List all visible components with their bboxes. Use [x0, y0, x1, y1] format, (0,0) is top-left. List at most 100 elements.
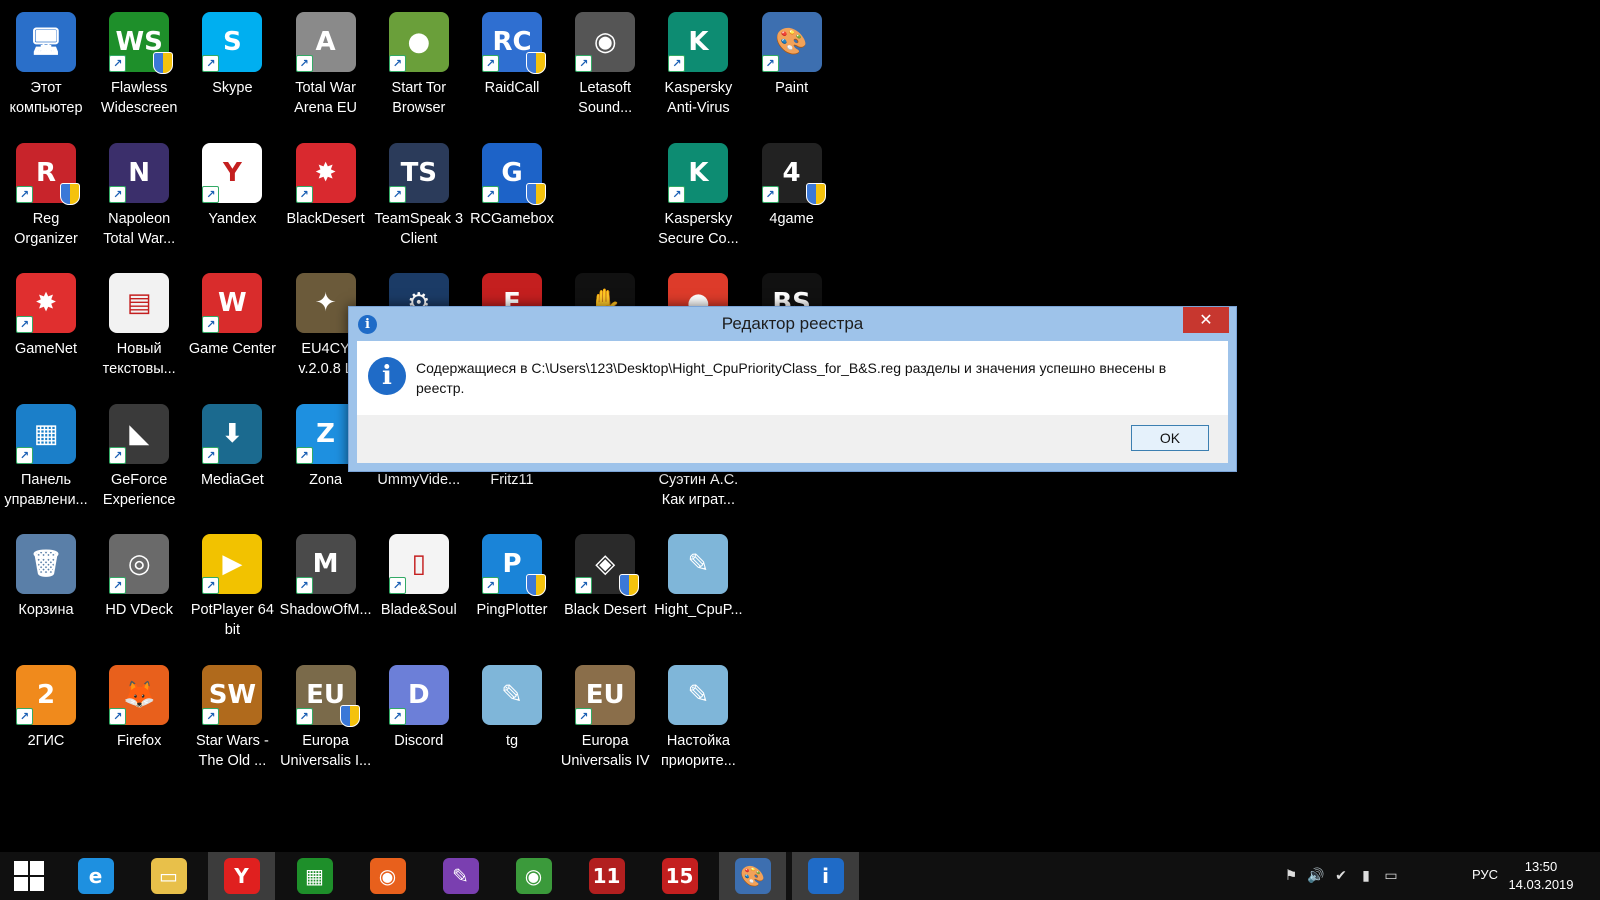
- desktop-icon[interactable]: W ↗ Game Center: [186, 265, 278, 359]
- fritz11-icon: 11: [588, 858, 625, 894]
- desktop-icon[interactable]: SW ↗ Star Wars - The Old ...: [186, 657, 278, 771]
- desktop-icon[interactable]: 🗑 Корзина: [0, 526, 92, 620]
- onenote-taskbar-button[interactable]: ✎: [427, 852, 494, 900]
- firefox-taskbar-button[interactable]: ◉: [354, 852, 421, 900]
- desktop-icon[interactable]: ◣ ↗ GeForce Experience: [93, 396, 185, 510]
- desktop-icon[interactable]: P ↗ PingPlotter: [466, 526, 558, 620]
- desktop-icon[interactable]: RC ↗ RaidCall: [466, 4, 558, 98]
- desktop-icon-label: Yandex: [208, 210, 257, 227]
- desktop-icon[interactable]: D ↗ Discord: [373, 657, 465, 751]
- app-icon: K ↗: [668, 142, 729, 203]
- desktop-icon-label: Discord: [394, 732, 444, 749]
- desktop-icon-label: Black Desert: [564, 602, 647, 618]
- start-button[interactable]: [0, 852, 58, 900]
- close-button[interactable]: ✕: [1183, 307, 1229, 333]
- app-icon: ◈ ↗: [575, 534, 640, 596]
- desktop-icon-label: Flawless Widescreen: [100, 80, 178, 116]
- desktop-icon[interactable]: TS ↗ TeamSpeak 3 Client: [373, 135, 465, 249]
- desktop-icon[interactable]: G ↗ RCGamebox: [466, 135, 558, 229]
- desktop-icon-label: Этот компьютер: [9, 80, 83, 116]
- desktop-icon[interactable]: ◎ ↗ HD VDeck: [93, 526, 185, 620]
- desktop-icon-label: GameNet: [14, 341, 78, 357]
- internet-explorer-taskbar-button[interactable]: e: [62, 852, 129, 900]
- power-icon[interactable]: ▮: [1357, 867, 1375, 885]
- desktop-icon[interactable]: ◉ ↗ Letasoft Sound...: [559, 4, 651, 118]
- onenote-icon: ✎: [442, 858, 479, 894]
- shortcut-arrow-icon: ↗: [575, 577, 593, 594]
- app-glyph: ◣: [129, 418, 150, 449]
- desktop-icon[interactable]: 2 ↗ 2ГИС: [0, 657, 92, 751]
- desktop-icon[interactable]: ✎ Настойка приорите...: [652, 657, 744, 771]
- desktop-icon-label: HD VDeck: [105, 602, 174, 618]
- app-glyph: N: [128, 157, 151, 188]
- desktop-icon[interactable]: ✸ ↗ BlackDesert: [280, 135, 372, 229]
- security-check-icon[interactable]: ✔: [1332, 867, 1350, 885]
- desktop-icon-label: RaidCall: [484, 80, 540, 96]
- chrome-taskbar-button[interactable]: ◉: [500, 852, 567, 900]
- desktop-icon[interactable]: R ↗ Reg Organizer: [0, 135, 92, 249]
- app-glyph: 🗑: [29, 549, 63, 579]
- app-glyph: K: [688, 157, 709, 188]
- desktop-icon[interactable]: ◈ ↗ Black Desert: [559, 526, 651, 620]
- input-language-indicator[interactable]: РУС: [1472, 867, 1498, 882]
- desktop-icon[interactable]: ▶ ↗ PotPlayer 64 bit: [186, 526, 278, 640]
- desktop-icon[interactable]: 🖥 Этот компьютер: [0, 4, 92, 118]
- regedit-info-taskbar-button[interactable]: i: [792, 852, 859, 900]
- desktop-icon[interactable]: Y ↗ Yandex: [186, 135, 278, 229]
- volume-icon[interactable]: 🔊: [1307, 867, 1325, 885]
- desktop-icon[interactable]: K ↗ Kaspersky Secure Co...: [652, 135, 744, 249]
- desktop-icon[interactable]: ✎ tg: [466, 657, 558, 751]
- shortcut-arrow-icon: ↗: [482, 577, 499, 594]
- app-glyph: ✎: [687, 679, 710, 710]
- desktop-icon[interactable]: ⬇ ↗ MediaGet: [186, 396, 278, 490]
- app-icon: ◎ ↗: [109, 534, 170, 594]
- store-taskbar-button[interactable]: ▦: [281, 852, 348, 900]
- desktop-icon[interactable]: M ↗ ShadowOfM...: [280, 526, 372, 620]
- fritz11-taskbar-button[interactable]: 11: [573, 852, 640, 900]
- app-glyph: W: [218, 288, 247, 318]
- app-icon: P ↗: [482, 534, 546, 596]
- desktop-icon[interactable]: A ↗ Total War Arena EU: [280, 4, 372, 118]
- dialog-title: Редактор реестра: [721, 314, 864, 333]
- app-icon: Y ↗: [202, 142, 263, 203]
- desktop-icon[interactable]: ▦ ↗ Панель управлени...: [0, 396, 92, 510]
- desktop-icon[interactable]: ● ↗ Start Tor Browser: [373, 4, 465, 118]
- desktop-icon[interactable]: 4 ↗ 4game: [746, 135, 838, 229]
- uac-shield-icon: [60, 182, 80, 205]
- file-explorer-taskbar-button[interactable]: ▭: [135, 852, 202, 900]
- yandex-browser-taskbar-button[interactable]: Y: [208, 852, 275, 900]
- paint-taskbar-button[interactable]: 🎨: [719, 852, 786, 900]
- firefox-icon: ◉: [369, 858, 406, 894]
- app-glyph: Z: [316, 418, 336, 449]
- desktop-icon[interactable]: ✸ ↗ GameNet: [0, 265, 92, 359]
- app-icon: Z ↗: [295, 403, 356, 464]
- store-icon: ▦: [296, 858, 333, 894]
- shortcut-arrow-icon: ↗: [16, 707, 33, 725]
- fritz15-taskbar-button[interactable]: 15: [646, 852, 713, 900]
- desktop-icon[interactable]: EU ↗ Europa Universalis IV: [559, 657, 651, 771]
- desktop-icon[interactable]: WS ↗ Flawless Widescreen: [93, 4, 185, 118]
- dialog-titlebar[interactable]: i Редактор реестра: [349, 307, 1236, 341]
- desktop-icon[interactable]: K ↗ Kaspersky Anti-Virus: [652, 4, 744, 118]
- app-icon: ✎: [482, 664, 542, 725]
- clock[interactable]: 13:50 14.03.2019: [1502, 858, 1580, 894]
- ok-button[interactable]: OK: [1131, 425, 1209, 451]
- network-off-icon[interactable]: ⚑: [1282, 867, 1300, 885]
- shortcut-arrow-icon: ↗: [388, 707, 406, 725]
- shortcut-arrow-icon: ↗: [388, 185, 406, 203]
- shortcut-arrow-icon: ↗: [295, 185, 313, 203]
- app-glyph: ✸: [35, 288, 57, 318]
- desktop-icon[interactable]: S ↗ Skype: [186, 4, 278, 98]
- desktop-icon[interactable]: EU ↗ Europa Universalis I...: [280, 657, 372, 771]
- desktop-icon[interactable]: ▯ ↗ Blade&Soul: [373, 526, 465, 620]
- display-icon[interactable]: ▭: [1382, 867, 1400, 885]
- desktop-icon-label: Hight_CpuP...: [654, 602, 743, 618]
- shortcut-arrow-icon: ↗: [388, 577, 406, 594]
- desktop-icon[interactable]: 🦊 ↗ Firefox: [93, 657, 185, 751]
- shortcut-arrow-icon: ↗: [575, 707, 593, 725]
- desktop-icon[interactable]: ✎ Hight_CpuP...: [652, 526, 744, 620]
- dialog-body: i Содержащиеся в C:\Users\123\Desktop\Hi…: [357, 341, 1228, 415]
- desktop-icon[interactable]: N ↗ Napoleon Total War...: [93, 135, 185, 249]
- desktop-icon[interactable]: 🎨 ↗ Paint: [746, 4, 838, 98]
- desktop-icon[interactable]: ▤ Новый текстовы...: [93, 265, 185, 379]
